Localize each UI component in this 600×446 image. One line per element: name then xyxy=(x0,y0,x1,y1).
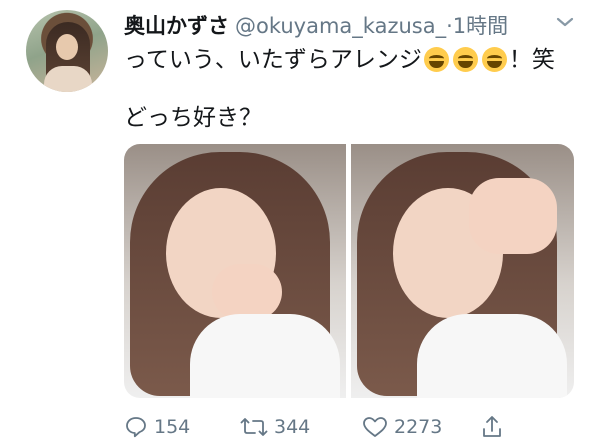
tweet-header: 奥山かずさ @okuyama_kazusa_·1時間 xyxy=(124,10,580,40)
avatar-face xyxy=(56,34,78,60)
retweet-button[interactable]: 344 xyxy=(240,412,310,442)
retweet-count: 344 xyxy=(274,416,311,438)
tweet-text-line1: っていう、いたずらアレンジ ！笑 xyxy=(124,40,555,74)
photo-2-shirt xyxy=(417,314,567,398)
tweet-media[interactable] xyxy=(124,144,574,398)
tweet-time[interactable]: ·1時間 xyxy=(446,14,508,38)
photo-2-hand xyxy=(469,178,557,254)
reply-icon xyxy=(124,415,148,439)
like-icon xyxy=(362,415,388,439)
face-with-tears-of-joy-icon xyxy=(423,47,449,72)
photo-1-hand xyxy=(212,264,282,320)
share-icon xyxy=(480,414,504,440)
avatar[interactable] xyxy=(26,10,108,92)
tweet-actions: 154 344 2273 xyxy=(124,412,584,442)
retweet-icon xyxy=(240,415,268,439)
like-count: 2273 xyxy=(394,416,443,438)
face-with-tears-of-joy-icon xyxy=(481,47,507,72)
like-button[interactable]: 2273 xyxy=(362,412,442,442)
photo-1-shirt xyxy=(190,314,340,398)
media-photo-2[interactable] xyxy=(351,144,574,398)
media-photo-1[interactable] xyxy=(124,144,346,398)
tweet-text-part1: っていう、いたずらアレンジ xyxy=(124,47,422,73)
tweet-text-line2: どっち好き？ xyxy=(124,105,262,131)
author-handle[interactable]: @okuyama_kazusa_ xyxy=(235,14,446,38)
tweet-text-part2: ！笑 xyxy=(508,47,555,73)
avatar-dress xyxy=(44,66,92,92)
reply-button[interactable]: 154 xyxy=(124,412,190,442)
chevron-down-icon[interactable] xyxy=(556,16,574,28)
face-with-tears-of-joy-icon xyxy=(452,47,478,72)
share-button[interactable] xyxy=(480,412,504,442)
reply-count: 154 xyxy=(154,416,191,438)
author-name[interactable]: 奥山かずさ xyxy=(124,14,229,38)
